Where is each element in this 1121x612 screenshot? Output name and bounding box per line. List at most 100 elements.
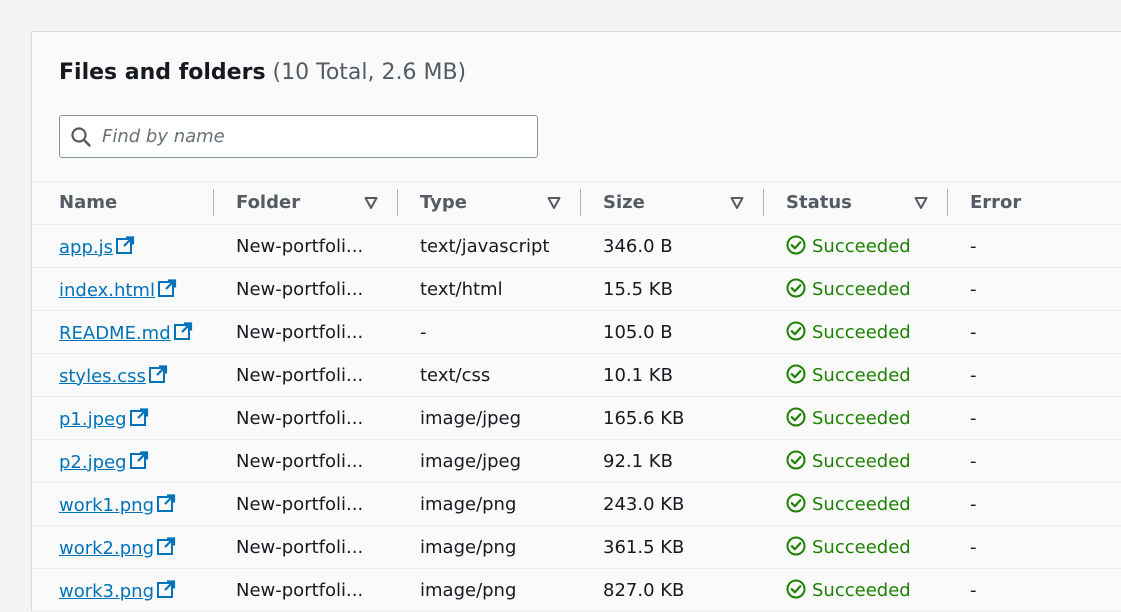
cell-type: image/png: [398, 569, 581, 612]
cell-status: Succeeded: [764, 268, 948, 311]
cell-error: -: [948, 397, 1121, 440]
type-value: -: [420, 321, 427, 343]
search-box[interactable]: [59, 115, 538, 158]
status-badge: Succeeded: [786, 235, 911, 257]
file-link[interactable]: p1.jpeg: [59, 409, 127, 430]
column-header-size[interactable]: Size: [581, 182, 764, 225]
sort-caret-down-icon[interactable]: [364, 196, 378, 210]
error-value: -: [970, 493, 977, 515]
column-header-label: Name: [59, 192, 118, 213]
cell-size: 165.6 KB: [581, 397, 764, 440]
cell-type: image/png: [398, 526, 581, 569]
file-link[interactable]: app.js: [59, 237, 113, 258]
cell-name: app.js: [32, 225, 214, 268]
folder-value: New-portfoli...: [236, 450, 364, 472]
cell-status: Succeeded: [764, 311, 948, 354]
external-link-icon[interactable]: [156, 493, 176, 513]
check-circle-icon: [786, 536, 806, 556]
external-link-icon[interactable]: [148, 364, 168, 384]
error-value: -: [970, 407, 977, 429]
cell-error: -: [948, 440, 1121, 483]
size-value: 827.0 KB: [603, 579, 685, 601]
size-value: 165.6 KB: [603, 407, 685, 429]
external-link-icon[interactable]: [115, 235, 135, 255]
file-link[interactable]: index.html: [59, 280, 155, 301]
error-value: -: [970, 278, 977, 300]
external-link-icon[interactable]: [129, 407, 149, 427]
folder-value: New-portfoli...: [236, 364, 364, 386]
file-link[interactable]: p2.jpeg: [59, 452, 127, 473]
cell-folder: New-portfoli...: [214, 569, 398, 612]
sort-caret-down-icon[interactable]: [730, 196, 744, 210]
status-text: Succeeded: [812, 580, 911, 601]
search-icon: [71, 127, 91, 147]
column-header-type[interactable]: Type: [398, 182, 581, 225]
panel-title-text: Files and folders: [59, 60, 266, 85]
error-value: -: [970, 450, 977, 472]
external-link-icon[interactable]: [129, 450, 149, 470]
size-value: 346.0 B: [603, 235, 673, 257]
cell-error: -: [948, 569, 1121, 612]
size-value: 92.1 KB: [603, 450, 673, 472]
search-input[interactable]: [102, 116, 522, 157]
folder-value: New-portfoli...: [236, 579, 364, 601]
cell-size: 92.1 KB: [581, 440, 764, 483]
file-link[interactable]: work1.png: [59, 495, 154, 516]
type-value: image/jpeg: [420, 407, 522, 429]
cell-folder: New-portfoli...: [214, 440, 398, 483]
table-row: work3.png New-portfoli... image/png 827.…: [32, 569, 1121, 612]
sort-caret-down-icon[interactable]: [547, 196, 561, 210]
file-link[interactable]: styles.css: [59, 366, 146, 387]
status-text: Succeeded: [812, 537, 911, 558]
cell-size: 243.0 KB: [581, 483, 764, 526]
cell-name: work2.png: [32, 526, 214, 569]
type-value: text/html: [420, 278, 503, 300]
external-link-icon[interactable]: [157, 278, 177, 298]
folder-value: New-portfoli...: [236, 493, 364, 515]
cell-type: image/jpeg: [398, 440, 581, 483]
status-badge: Succeeded: [786, 450, 911, 472]
cell-error: -: [948, 354, 1121, 397]
file-link[interactable]: work2.png: [59, 538, 154, 559]
type-value: text/javascript: [420, 235, 550, 257]
table-row: index.html New-portfoli... text/html 15.…: [32, 268, 1121, 311]
external-link-icon[interactable]: [156, 579, 176, 599]
folder-value: New-portfoli...: [236, 235, 364, 257]
cell-size: 346.0 B: [581, 225, 764, 268]
size-value: 15.5 KB: [603, 278, 673, 300]
external-link-icon[interactable]: [156, 536, 176, 556]
sort-caret-down-icon[interactable]: [914, 196, 928, 210]
cell-type: text/css: [398, 354, 581, 397]
table-row: app.js New-portfoli... text/javascript 3…: [32, 225, 1121, 268]
file-link[interactable]: work3.png: [59, 581, 154, 602]
error-value: -: [970, 321, 977, 343]
cell-size: 15.5 KB: [581, 268, 764, 311]
cell-status: Succeeded: [764, 483, 948, 526]
table-row: styles.css New-portfoli... text/css 10.1…: [32, 354, 1121, 397]
table-header-row: Name Folder Type Size Status Error: [32, 181, 1121, 225]
column-header-error[interactable]: Error: [948, 182, 1121, 225]
column-header-label: Type: [420, 192, 467, 213]
column-header-status[interactable]: Status: [764, 182, 948, 225]
status-badge: Succeeded: [786, 321, 911, 343]
column-header-folder[interactable]: Folder: [214, 182, 398, 225]
external-link-icon[interactable]: [173, 321, 193, 341]
cell-status: Succeeded: [764, 440, 948, 483]
cell-folder: New-portfoli...: [214, 397, 398, 440]
check-circle-icon: [786, 235, 806, 255]
file-link[interactable]: README.md: [59, 323, 171, 344]
check-circle-icon: [786, 321, 806, 341]
status-text: Succeeded: [812, 408, 911, 429]
check-circle-icon: [786, 278, 806, 298]
cell-error: -: [948, 526, 1121, 569]
status-badge: Succeeded: [786, 278, 911, 300]
error-value: -: [970, 536, 977, 558]
cell-status: Succeeded: [764, 397, 948, 440]
cell-name: styles.css: [32, 354, 214, 397]
table-row: README.md New-portfoli... - 105.0 B Succ…: [32, 311, 1121, 354]
column-header-name[interactable]: Name: [32, 182, 214, 225]
column-header-label: Error: [970, 192, 1022, 213]
status-text: Succeeded: [812, 322, 911, 343]
table-row: work1.png New-portfoli... image/png 243.…: [32, 483, 1121, 526]
cell-folder: New-portfoli...: [214, 225, 398, 268]
